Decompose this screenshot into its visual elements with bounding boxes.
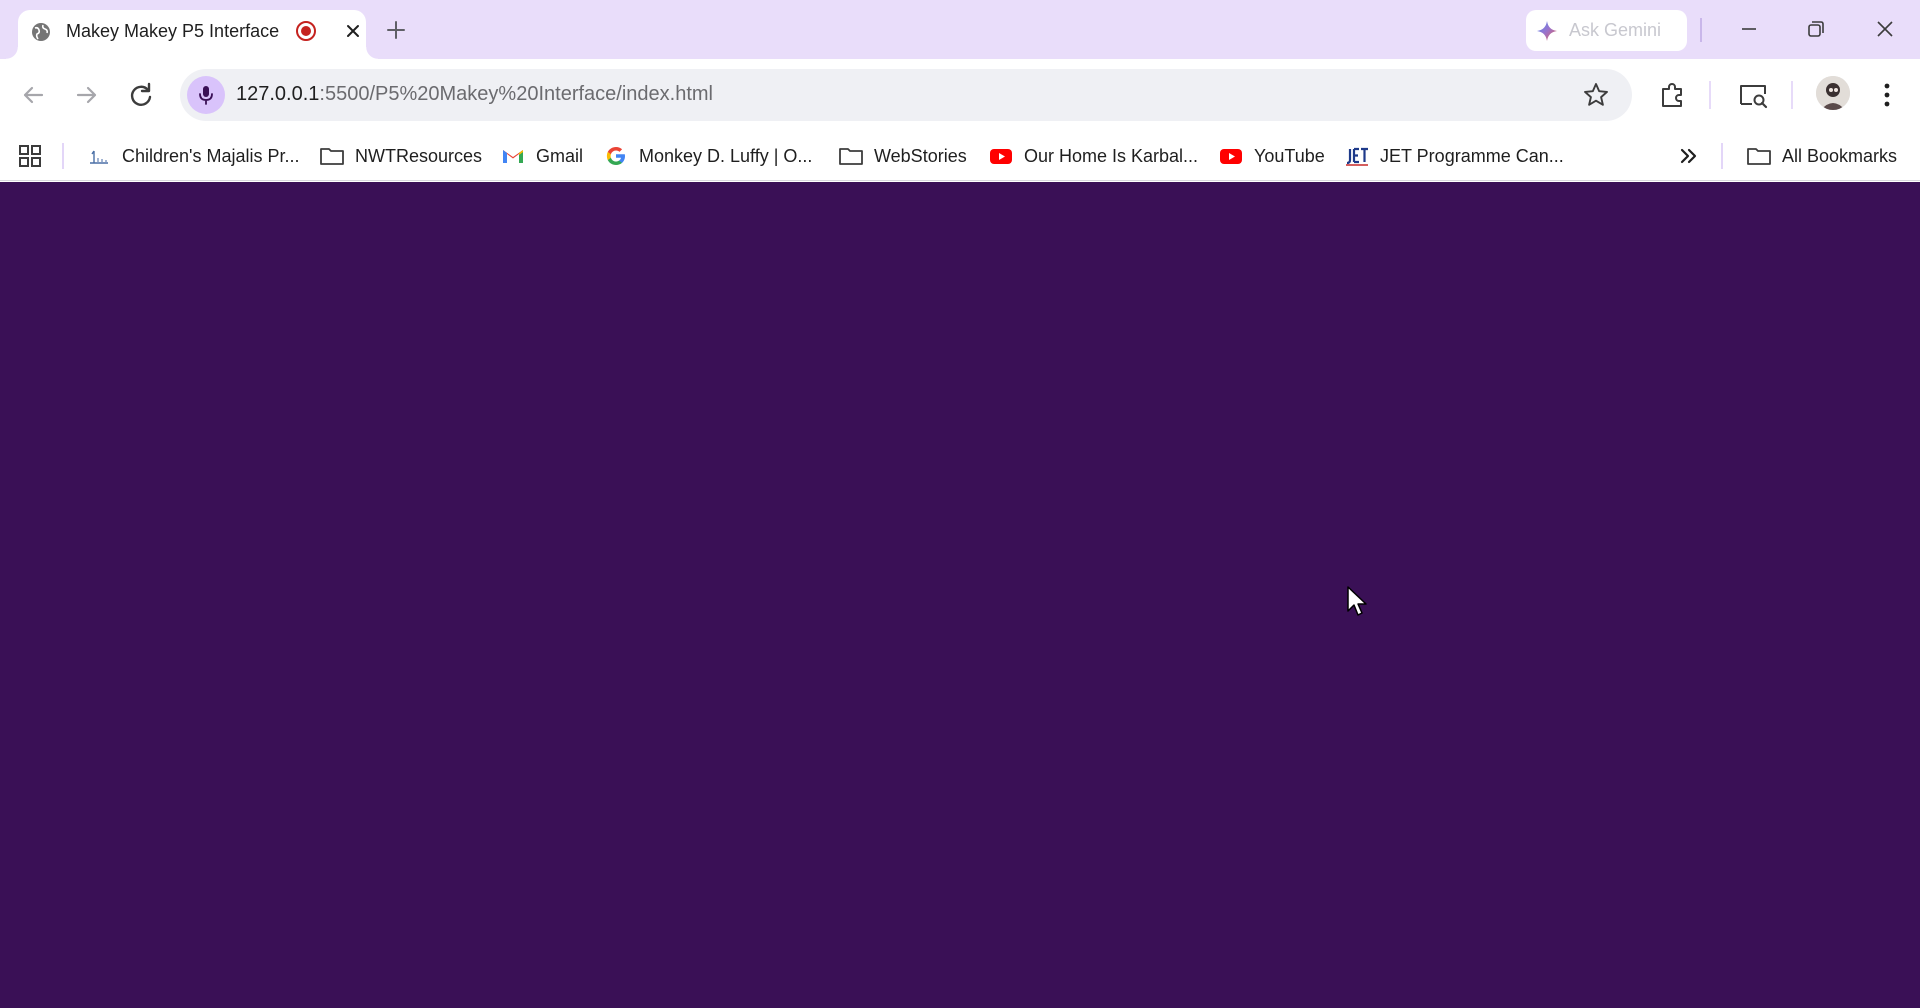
youtube-icon — [1220, 149, 1242, 164]
bookmark-label: WebStories — [874, 145, 967, 166]
youtube-icon — [990, 149, 1012, 164]
chevron-double-right-icon[interactable] — [1674, 142, 1702, 170]
gemini-sparkle-icon — [1537, 21, 1557, 41]
active-tab[interactable]: Makey Makey P5 Interface — [6, 10, 378, 59]
bookmark-label: Our Home Is Karbal... — [1024, 145, 1199, 166]
star-icon[interactable] — [1582, 81, 1610, 109]
search-tab-icon[interactable] — [1736, 78, 1770, 112]
all-bookmarks-button[interactable]: All Bookmarks — [1746, 131, 1897, 181]
record-icon[interactable] — [295, 20, 317, 42]
bookmark-divider — [1721, 143, 1723, 169]
restore-icon[interactable] — [1801, 14, 1831, 44]
tab-title: Makey Makey P5 Interface — [66, 21, 280, 41]
gmail-icon — [503, 150, 523, 163]
bookmark-item[interactable]: JET Programme Can... — [1344, 131, 1564, 181]
toolbar-divider — [1791, 81, 1793, 109]
p5-canvas[interactable] — [0, 182, 1920, 1008]
bookmark-item[interactable]: Gmail — [500, 131, 583, 181]
minimize-icon[interactable] — [1734, 14, 1764, 44]
avatar-face-icon — [1816, 76, 1850, 110]
reload-icon[interactable] — [124, 78, 158, 112]
url-text[interactable]: 127.0.0.1:5500/P5%20Makey%20Interface/in… — [236, 83, 713, 106]
back-arrow-icon[interactable] — [16, 78, 50, 112]
window-close-icon[interactable] — [1870, 14, 1900, 44]
plus-icon[interactable] — [382, 16, 410, 44]
bookmark-label: JET Programme Can... — [1380, 145, 1564, 166]
extensions-icon[interactable] — [1656, 78, 1690, 112]
divider — [1700, 18, 1702, 42]
bookmark-label: NWTResources — [355, 145, 483, 166]
bookmark-label: Children's Majalis Pr... — [122, 145, 300, 166]
globe-icon — [32, 23, 50, 41]
mouse-cursor-icon — [1347, 586, 1367, 616]
bookmark-item[interactable]: YouTube — [1218, 131, 1325, 181]
bookmark-item[interactable]: Children's Majalis Pr... — [86, 131, 300, 181]
folder-icon — [839, 148, 863, 165]
close-icon[interactable] — [342, 20, 364, 42]
all-bookmarks-label: All Bookmarks — [1782, 145, 1898, 166]
microphone-icon — [199, 86, 213, 105]
url-path: :5500/P5%20Makey%20Interface/index.html — [319, 83, 713, 105]
tab-strip: Makey Makey P5 Interface Ask Gemini — [0, 0, 1920, 59]
bookmarks-bar: Children's Majalis Pr... NWTResources Gm… — [0, 131, 1920, 181]
bookmark-item[interactable]: Monkey D. Luffy | O... — [603, 131, 812, 181]
folder-icon — [320, 148, 344, 165]
bookmark-folder[interactable]: WebStories — [838, 131, 967, 181]
google-icon — [606, 147, 625, 165]
bookmark-label: YouTube — [1254, 145, 1325, 166]
profile-avatar[interactable] — [1816, 76, 1850, 110]
apps-grid-icon[interactable] — [16, 142, 44, 170]
bookmark-label: Gmail — [536, 145, 584, 166]
forward-arrow-icon[interactable] — [70, 78, 104, 112]
toolbar-divider — [1709, 81, 1711, 109]
folder-icon — [1747, 148, 1771, 165]
browser-toolbar: 127.0.0.1:5500/P5%20Makey%20Interface/in… — [0, 59, 1920, 131]
bookmark-item[interactable]: Our Home Is Karbal... — [988, 131, 1198, 181]
site-icon — [90, 150, 108, 164]
bookmark-folder[interactable]: NWTResources — [319, 131, 482, 181]
address-bar[interactable]: 127.0.0.1:5500/P5%20Makey%20Interface/in… — [180, 69, 1632, 121]
more-vert-icon[interactable] — [1870, 78, 1904, 112]
bookmark-label: Monkey D. Luffy | O... — [639, 145, 813, 166]
url-host: 127.0.0.1 — [236, 83, 320, 105]
ask-gemini-label: Ask Gemini — [1569, 20, 1662, 40]
microphone-button[interactable] — [187, 76, 225, 114]
ask-gemini-button[interactable]: Ask Gemini — [1526, 10, 1687, 51]
bookmark-divider — [62, 143, 64, 169]
jet-icon — [1346, 147, 1368, 166]
